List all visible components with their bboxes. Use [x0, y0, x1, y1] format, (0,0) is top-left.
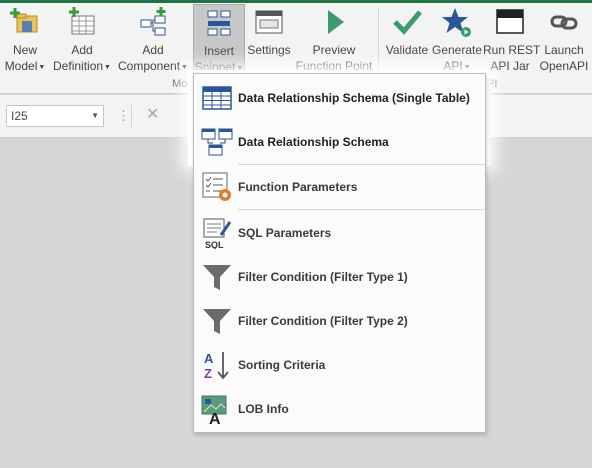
link-icon: [550, 15, 578, 30]
svg-text:A: A: [209, 411, 221, 425]
run-rest-label-1: Run REST: [483, 43, 541, 57]
chevron-down-icon[interactable]: ▼: [91, 106, 99, 126]
formula-bar-separator: [131, 105, 132, 127]
svg-text:Z: Z: [204, 366, 212, 381]
terminal-icon: [496, 9, 524, 34]
menu-item-sql-parameters[interactable]: SQL SQL Parameters: [194, 211, 485, 255]
star-icon: [442, 8, 471, 37]
new-model-label-2: Model: [4, 59, 38, 73]
play-icon: [328, 10, 344, 34]
lob-icon: A: [201, 395, 227, 425]
menu-divider: [238, 209, 485, 210]
run-rest-api-jar-button[interactable]: Run REST API Jar: [483, 4, 541, 78]
insert-snippet-menu: Data Relationship Schema (Single Table) …: [193, 73, 486, 433]
chevron-down-icon: ▼: [38, 64, 46, 71]
formula-bar-grip-icon[interactable]: ⋮: [117, 108, 130, 124]
menu-item-label: SQL Parameters: [238, 226, 332, 240]
add-component-label-1: Add: [142, 43, 164, 57]
insert-snippet-button[interactable]: Insert Snippet▼: [193, 4, 245, 76]
relationship-icon: [201, 128, 233, 156]
menu-item-function-parameters[interactable]: Function Parameters: [194, 165, 485, 209]
menu-item-sorting-criteria[interactable]: A Z Sorting Criteria: [194, 343, 485, 387]
function-parameters-icon: [202, 172, 231, 201]
add-definition-button[interactable]: Add Definition▼: [50, 4, 114, 78]
menu-item-data-relationship-schema[interactable]: Data Relationship Schema: [194, 120, 485, 164]
run-rest-label-2: API Jar: [490, 59, 530, 73]
chevron-down-icon: ▼: [104, 64, 111, 71]
add-component-label-2: Component: [118, 59, 181, 73]
filter-icon: [203, 265, 231, 290]
table-icon: [202, 86, 232, 110]
validate-label: Validate: [385, 43, 429, 57]
add-definition-label-1: Add: [71, 43, 93, 57]
settings-label: Settings: [247, 43, 291, 57]
insert-snippet-label-1: Insert: [203, 44, 234, 58]
settings-icon: [255, 10, 283, 34]
name-box[interactable]: I25 ▼: [6, 105, 104, 127]
validate-button[interactable]: Validate: [382, 4, 432, 78]
checkmark-icon: [393, 10, 422, 35]
menu-item-label: Filter Condition (Filter Type 2): [238, 314, 408, 328]
add-component-button[interactable]: Add Component▼: [116, 4, 190, 78]
cancel-icon[interactable]: ✕: [146, 104, 159, 124]
generate-label-1: Generate: [432, 43, 483, 57]
menu-item-label: Data Relationship Schema (Single Table): [238, 91, 470, 105]
preview-function-point-button[interactable]: Preview Function Point: [293, 4, 375, 78]
add-definition-label-2: Definition: [53, 59, 104, 73]
launch-openapi-button[interactable]: Launch OpenAPI: [538, 4, 590, 78]
menu-item-filter-condition-type-1[interactable]: Filter Condition (Filter Type 1): [194, 255, 485, 299]
generate-api-button[interactable]: Generate API▼: [432, 4, 482, 78]
new-model-label-1: New: [12, 43, 37, 57]
menu-item-label: Function Parameters: [238, 180, 358, 194]
preview-label-1: Preview: [312, 43, 356, 57]
settings-button[interactable]: Settings: [246, 4, 292, 78]
add-component-icon: [140, 7, 166, 36]
filter-icon: [203, 309, 231, 334]
sql-icon: SQL: [203, 218, 232, 249]
sort-az-icon: A Z: [204, 351, 229, 381]
menu-item-filter-condition-type-2[interactable]: Filter Condition (Filter Type 2): [194, 299, 485, 343]
launch-label-1: Launch: [544, 43, 584, 57]
chevron-down-icon: ▼: [181, 64, 188, 71]
menu-item-lob-info[interactable]: A LOB Info: [194, 387, 485, 431]
menu-item-data-relationship-schema-single-table[interactable]: Data Relationship Schema (Single Table): [194, 76, 485, 120]
menu-item-label: Data Relationship Schema: [238, 135, 389, 149]
svg-text:SQL: SQL: [205, 240, 224, 249]
add-definition-icon: [69, 7, 95, 35]
new-model-button[interactable]: New Model▼: [2, 4, 48, 78]
launch-label-2: OpenAPI: [539, 59, 589, 73]
menu-item-label: Sorting Criteria: [238, 358, 326, 372]
name-box-value: I25: [11, 109, 28, 123]
menu-item-label: LOB Info: [238, 402, 289, 416]
insert-snippet-icon: [207, 10, 231, 36]
menu-item-label: Filter Condition (Filter Type 1): [238, 270, 408, 284]
svg-text:A: A: [204, 351, 214, 366]
new-model-icon: [10, 8, 38, 33]
